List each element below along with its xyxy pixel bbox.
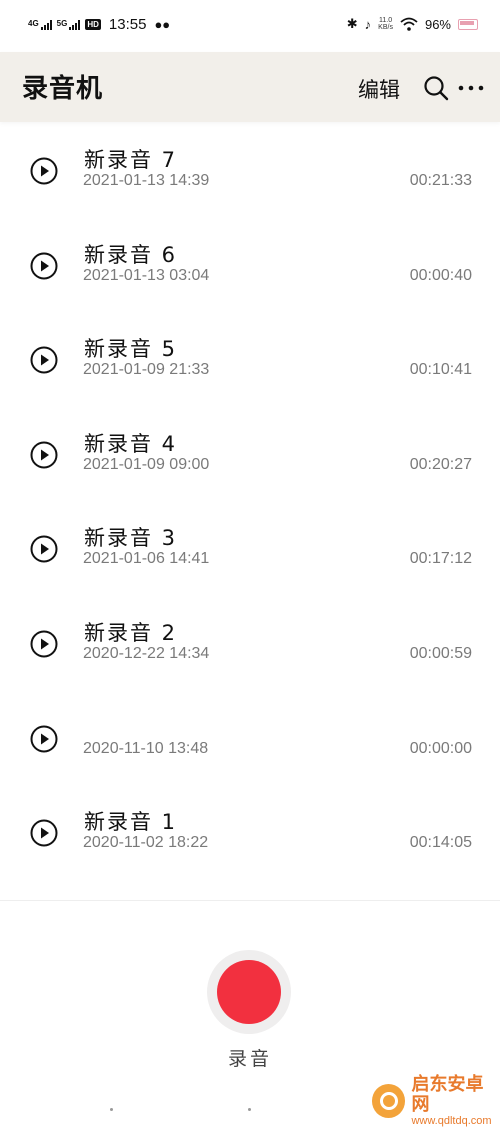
network-label: 4G [28, 18, 39, 28]
recording-duration: 00:10:41 [409, 361, 472, 379]
recording-date: 2021-01-06 14:41 [83, 550, 210, 568]
battery-icon [458, 18, 478, 30]
recordings-list: 新录音 7 2021-01-13 14:39 00:21:33 新录音 6 20… [0, 122, 500, 879]
recording-title: 新录音 4 [84, 431, 178, 456]
recording-date: 2021-01-09 09:00 [83, 455, 210, 473]
watermark-logo-icon [372, 1083, 406, 1118]
recording-duration: 00:14:05 [409, 834, 472, 852]
network-signal-1: 4G [28, 18, 52, 30]
watermark-text: 启东安卓网 www.qdltdq.com [411, 1075, 500, 1127]
watermark-name: 启东安卓网 [411, 1074, 484, 1115]
recording-title: 新录音 1 [84, 810, 178, 835]
network-label: 5G [56, 18, 68, 28]
play-icon[interactable] [29, 440, 59, 470]
play-icon[interactable] [29, 156, 59, 186]
recording-duration: 00:00:40 [409, 266, 472, 284]
battery-percent: 96% [424, 16, 451, 32]
recording-row[interactable]: 新录音 2 2020-12-22 14:34 00:00:59 [0, 595, 500, 690]
play-icon[interactable] [29, 534, 59, 564]
play-icon[interactable] [29, 818, 59, 848]
recording-date: 2020-11-02 18:22 [83, 834, 209, 852]
recording-title: 新录音 6 [84, 242, 178, 267]
recording-duration: 00:00:00 [409, 739, 472, 757]
wifi-icon [400, 17, 418, 31]
page-title: 录音机 [22, 74, 104, 104]
mute-icon: ♪ [364, 16, 372, 32]
record-dot-icon [217, 960, 281, 1024]
watermark-url: www.qdltdq.com [411, 1114, 492, 1127]
recording-row[interactable]: 新录音 3 2021-01-06 14:41 00:17:12 [0, 500, 500, 595]
signal-bars-icon [40, 19, 52, 30]
search-icon[interactable] [423, 75, 449, 101]
recording-date: 2021-01-13 14:39 [83, 172, 210, 189]
edit-button[interactable]: 编辑 [358, 74, 400, 104]
recording-row[interactable]: 新录音 7 2021-01-13 14:39 00:21:33 [0, 122, 500, 217]
recording-duration: 00:17:12 [409, 550, 472, 568]
status-bar: 4G 5G HD 13:55 ●● ✱ ♪ 11.0 KB/s 96% [0, 0, 500, 52]
recording-date: 2021-01-09 21:33 [83, 361, 210, 379]
network-signal-2: 5G [56, 18, 81, 30]
record-label: 录音 [227, 1048, 272, 1070]
recording-duration: 00:20:27 [409, 455, 472, 473]
signal-bars-icon [69, 19, 81, 30]
recording-title: 新录音 7 [84, 148, 178, 172]
divider [0, 900, 500, 901]
recording-date: 2020-12-22 14:34 [83, 644, 210, 662]
more-icon[interactable] [456, 75, 486, 101]
wechat-icon: ●● [154, 17, 171, 32]
nav-indicator [110, 1108, 113, 1111]
clock: 13:55 [108, 16, 147, 33]
recording-row[interactable]: 新录音 5 2021-01-09 21:33 00:10:41 [0, 311, 500, 406]
play-icon[interactable] [29, 724, 59, 754]
recording-duration: 00:21:33 [409, 172, 472, 189]
record-button[interactable] [207, 950, 291, 1034]
play-icon[interactable] [29, 251, 59, 281]
recording-title: 新录音 3 [84, 526, 178, 551]
recording-title: 新录音 2 [84, 620, 178, 645]
hd-badge: HD [85, 19, 101, 30]
speed-value: 11.0 [379, 17, 393, 24]
recording-date: 2020-11-10 13:48 [83, 739, 209, 757]
recording-date: 2021-01-13 03:04 [83, 266, 210, 284]
speed-unit: KB/s [378, 24, 393, 31]
recording-title: 新录音 5 [84, 337, 178, 362]
recording-row[interactable]: 新录音 1 2020-11-02 18:22 00:14:05 [0, 784, 500, 879]
bluetooth-icon: ✱ [346, 16, 358, 31]
play-icon[interactable] [29, 345, 59, 375]
recording-row[interactable]: 新录音 6 2021-01-13 03:04 00:00:40 [0, 217, 500, 312]
nav-indicator [248, 1108, 251, 1111]
status-right: ✱ ♪ 11.0 KB/s 96% [347, 16, 478, 32]
watermark: 启东安卓网 www.qdltdq.com [372, 1075, 500, 1127]
play-icon[interactable] [29, 629, 59, 659]
recording-duration: 00:00:59 [409, 644, 472, 662]
recording-row[interactable]: 2020-11-10 13:48 00:00:00 [0, 690, 500, 785]
status-left: 4G 5G HD 13:55 ●● [28, 16, 170, 33]
app-bar: 录音机 编辑 [0, 52, 500, 122]
recording-row[interactable]: 新录音 4 2021-01-09 09:00 00:20:27 [0, 406, 500, 501]
network-speed: 11.0 KB/s [378, 17, 393, 31]
